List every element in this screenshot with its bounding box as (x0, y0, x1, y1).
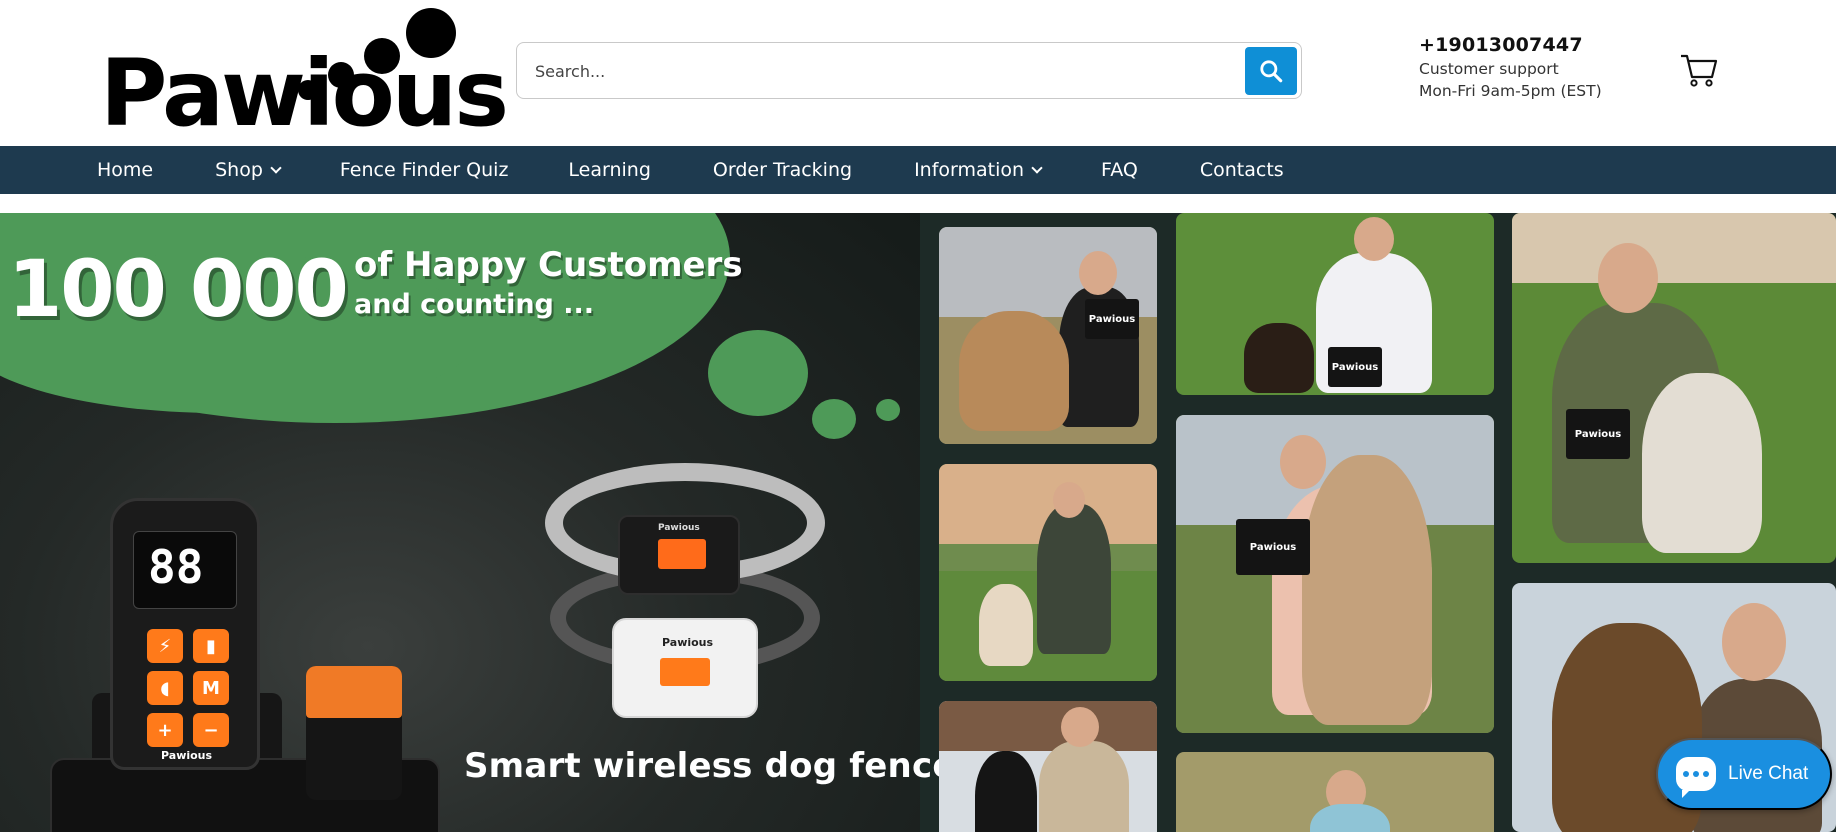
phone-link[interactable]: +19013007447 (1419, 34, 1639, 56)
customer-figure (1037, 504, 1111, 654)
product-box: Pawious (1085, 299, 1139, 339)
remote-button: ⚡ (147, 629, 183, 663)
search-input[interactable] (535, 55, 1225, 87)
collar-display (658, 539, 706, 569)
nav-label: Learning (568, 159, 651, 181)
nav-label: Shop (215, 159, 263, 181)
collar-brand: Pawious (662, 636, 714, 649)
dog-figure (1244, 323, 1314, 393)
logo-dot-large (406, 8, 456, 58)
collar-brand: Pawious (658, 523, 700, 533)
cloud-bubble-small (876, 399, 900, 421)
main-nav: Home Shop Fence Finder Quiz Learning Ord… (0, 146, 1836, 194)
customer-photo (1176, 752, 1494, 832)
dog-figure (975, 751, 1037, 832)
support-hours: Mon-Fri 9am-5pm (EST) (1419, 82, 1602, 100)
battery-cap (306, 666, 402, 718)
dog-figure (959, 311, 1069, 431)
logo[interactable]: Pawious (100, 6, 509, 140)
nav-label: Order Tracking (712, 159, 853, 181)
customer-head (1061, 707, 1099, 747)
product-box: Pawious (1236, 519, 1310, 575)
collar-receiver-white: Pawious (612, 618, 758, 718)
cloud-bubble-large (708, 330, 808, 416)
cloud-bubble-medium (812, 399, 856, 439)
hero-product-panel: 100 000 of Happy Customers and counting … (0, 213, 976, 832)
remote-button: ▮ (193, 629, 229, 663)
nav-label: FAQ (1101, 159, 1138, 181)
customer-photo (939, 464, 1157, 681)
customer-photo: Pawious (939, 227, 1157, 444)
support-label: Customer support (1419, 60, 1559, 78)
product-box: Pawious (1566, 409, 1630, 459)
customer-head (1053, 482, 1085, 518)
customer-figure (1310, 804, 1390, 832)
search-icon (1260, 60, 1283, 83)
nav-item-order-tracking[interactable]: Order Tracking (713, 159, 852, 181)
customer-figure (1039, 741, 1129, 832)
nav-label: Fence Finder Quiz (339, 159, 509, 181)
search-button[interactable] (1245, 47, 1297, 95)
hero-subheadline: and counting ... (354, 289, 595, 320)
remote-button: M (193, 671, 229, 705)
remote-brand: Pawious (161, 749, 213, 762)
customer-photo: Pawious (1176, 213, 1494, 395)
cart-icon (1681, 54, 1718, 87)
customer-photo: Pawious (1176, 415, 1494, 733)
remote-button: + (147, 713, 183, 747)
nav-label: Contacts (1199, 159, 1284, 181)
chevron-down-icon (1031, 161, 1043, 174)
customer-head (1354, 217, 1394, 261)
contact-info: +19013007447 Customer support Mon-Fri 9a… (1419, 34, 1639, 100)
customer-head (1598, 243, 1658, 313)
dog-figure (979, 584, 1033, 666)
logo-dot-small (328, 62, 354, 88)
collar-receiver-black: Pawious (618, 515, 740, 595)
nav-item-information[interactable]: Information (914, 159, 1043, 181)
remote-display: 88 (148, 540, 204, 594)
nav-item-home[interactable]: Home (97, 159, 153, 181)
chevron-down-icon (270, 161, 282, 174)
customer-head (1722, 603, 1786, 681)
logo-dot-medium (364, 38, 400, 74)
live-chat-label: Live Chat (1728, 763, 1809, 784)
logo-dot-tiny (298, 80, 318, 100)
customer-count: 100 000 (8, 245, 349, 335)
hero-tagline: Smart wireless dog fences (464, 746, 977, 786)
remote-button: − (193, 713, 229, 747)
product-box: Pawious (1328, 347, 1382, 387)
chat-bubble-icon (1676, 757, 1716, 798)
cart-button[interactable] (1680, 52, 1718, 88)
nav-item-contacts[interactable]: Contacts (1200, 159, 1284, 181)
remote-screen: 88 (133, 531, 237, 609)
nav-item-shop[interactable]: Shop (215, 159, 282, 181)
hero-banner[interactable]: 100 000 of Happy Customers and counting … (0, 213, 1836, 832)
remote-button: ◖ (147, 671, 183, 705)
live-chat-button[interactable]: Live Chat (1656, 738, 1832, 810)
nav-item-faq[interactable]: FAQ (1101, 159, 1138, 181)
spare-battery-image (306, 666, 402, 800)
nav-item-learning[interactable]: Learning (568, 159, 651, 181)
dog-figure (1302, 455, 1432, 725)
nav-label: Home (97, 159, 154, 181)
dog-figure (1642, 373, 1762, 553)
remote-transmitter-image: 88 ⚡ ▮ ◖ M + − Pawious (110, 498, 260, 770)
customer-photo (939, 701, 1157, 832)
customer-head (1280, 435, 1326, 489)
hero-headline: of Happy Customers (354, 245, 743, 285)
search-bar (516, 42, 1302, 99)
customer-photo: Pawious (1512, 213, 1836, 563)
nav-label: Information (914, 159, 1025, 181)
collar-display (660, 658, 710, 686)
nav-item-fence-finder-quiz[interactable]: Fence Finder Quiz (340, 159, 509, 181)
site-header: Pawious +19013007447 Customer support Mo… (0, 0, 1836, 146)
customer-head (1079, 251, 1117, 295)
